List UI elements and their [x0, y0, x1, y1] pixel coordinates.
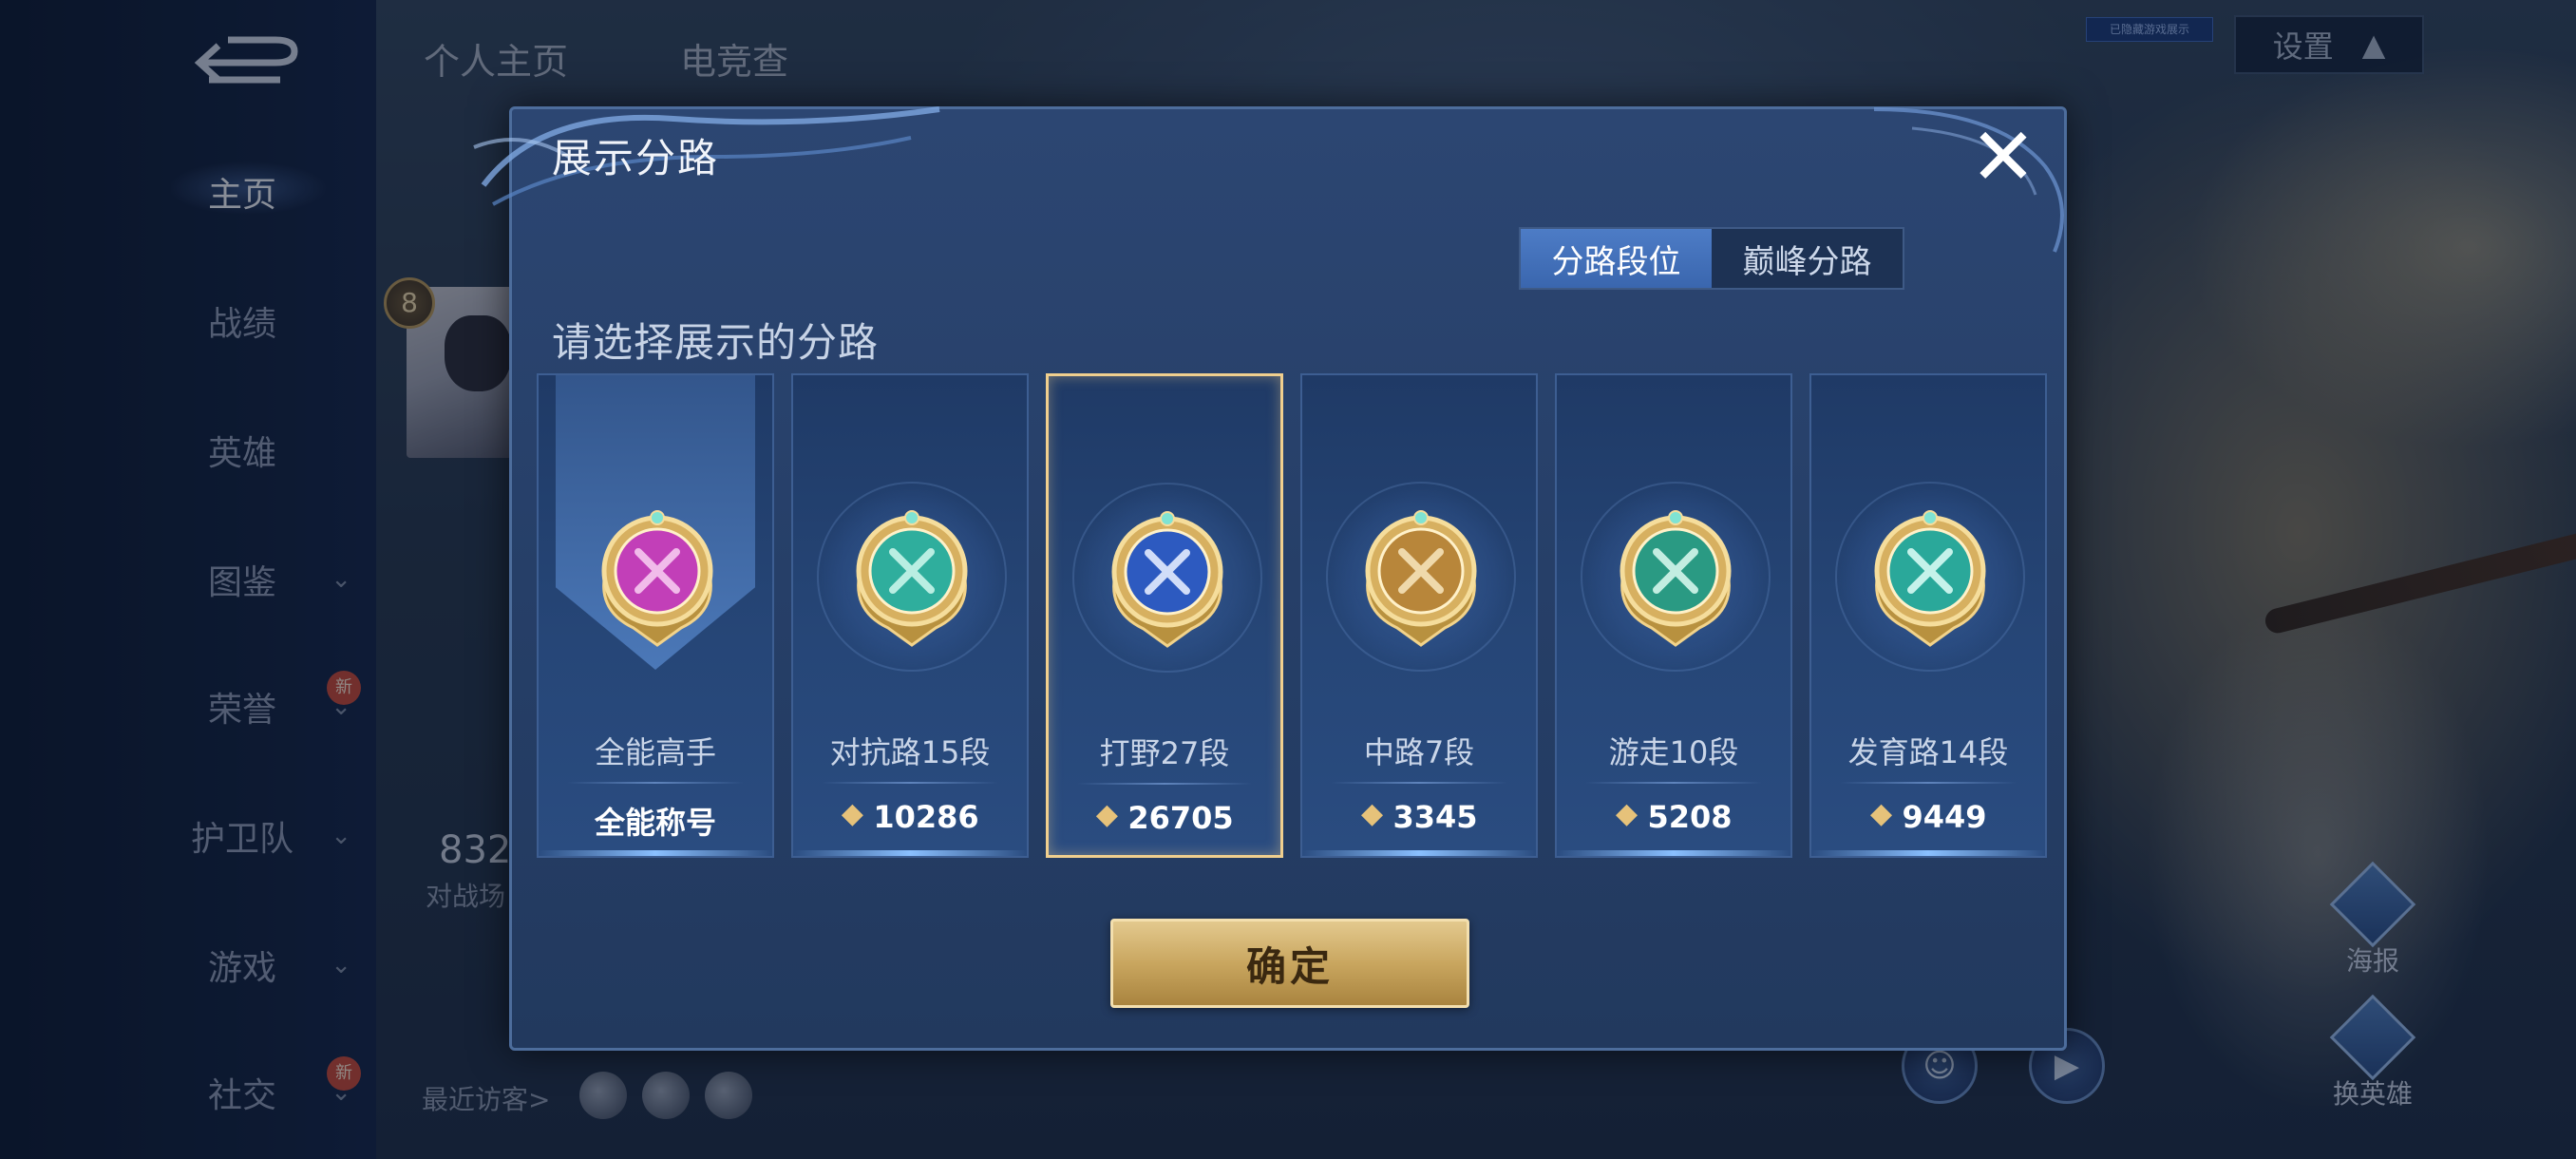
divider [1331, 782, 1507, 784]
lane-name: 发育路14段 [1847, 734, 2009, 770]
card-glow [1811, 850, 2045, 856]
confirm-button[interactable]: 确定 [1110, 919, 1469, 1008]
points-icon: ⯁ [1095, 801, 1119, 835]
lane-card-list: 全能高手 全能称号 对抗路15段 ⯁ 10286 打野27段 ⯁ 26705 中… [537, 373, 2047, 858]
divider [1077, 783, 1252, 785]
close-icon[interactable]: ✕ [1965, 117, 2041, 197]
tab-lane-rank[interactable]: 分路段位 [1521, 229, 1712, 288]
lane-card-roam[interactable]: 游走10段 ⯁ 5208 [1555, 373, 1792, 858]
points-icon: ⯁ [841, 800, 864, 834]
lane-card-mid[interactable]: 中路7段 ⯁ 3345 [1300, 373, 1538, 858]
lane-score: 全能称号 [539, 799, 772, 843]
lane-name: 打野27段 [1099, 735, 1230, 771]
roam-badge-icon [1614, 506, 1737, 649]
lane-card-clash[interactable]: 对抗路15段 ⯁ 10286 [791, 373, 1029, 858]
divider [567, 782, 744, 784]
divider [822, 782, 998, 784]
points-icon: ⯁ [1615, 800, 1638, 834]
card-glow [539, 850, 772, 856]
score-value: 26705 [1127, 800, 1234, 836]
lane-mode-toggle: 分路段位 巅峰分路 [1519, 227, 1904, 290]
lane-name: 游走10段 [1608, 734, 1739, 770]
score-value: 5208 [1647, 799, 1733, 835]
lane-card-all-round[interactable]: 全能高手 全能称号 [537, 373, 774, 858]
card-glow [793, 850, 1027, 856]
clash-lane-badge-icon [850, 506, 974, 649]
mid-lane-badge-icon [1359, 506, 1483, 649]
divider [1840, 782, 2017, 784]
points-icon: ⯁ [1360, 800, 1384, 834]
all-round-badge-icon [596, 506, 719, 649]
jungle-badge-icon [1106, 507, 1229, 650]
lane-display-dialog: 展示分路 ✕ 分路段位 巅峰分路 请选择展示的分路 全能高手 全能称号 对抗路1… [473, 106, 2067, 1051]
lane-score: ⯁ 10286 [793, 799, 1027, 835]
lane-score: ⯁ 3345 [1302, 799, 1536, 835]
score-value: 9449 [1902, 799, 1987, 835]
score-value: 全能称号 [594, 805, 716, 841]
score-value: 10286 [873, 799, 979, 835]
farm-lane-badge-icon [1868, 506, 1992, 649]
points-icon: ⯁ [1869, 800, 1893, 834]
lane-card-jungle[interactable]: 打野27段 ⯁ 26705 [1046, 373, 1283, 858]
card-glow [1302, 850, 1536, 856]
tab-peak-lane[interactable]: 巅峰分路 [1712, 229, 1903, 288]
select-lane-prompt: 请选择展示的分路 [552, 319, 880, 366]
card-glow [1557, 850, 1790, 856]
lane-name: 对抗路15段 [829, 734, 991, 770]
lane-card-farm[interactable]: 发育路14段 ⯁ 9449 [1809, 373, 2047, 858]
score-value: 3345 [1392, 799, 1478, 835]
lane-score: ⯁ 5208 [1557, 799, 1790, 835]
dialog-title: 展示分路 [552, 135, 720, 181]
lane-name: 中路7段 [1363, 734, 1475, 770]
lane-name: 全能高手 [594, 734, 716, 770]
lane-score: ⯁ 26705 [1049, 800, 1280, 836]
lane-score: ⯁ 9449 [1811, 799, 2045, 835]
divider [1585, 782, 1762, 784]
